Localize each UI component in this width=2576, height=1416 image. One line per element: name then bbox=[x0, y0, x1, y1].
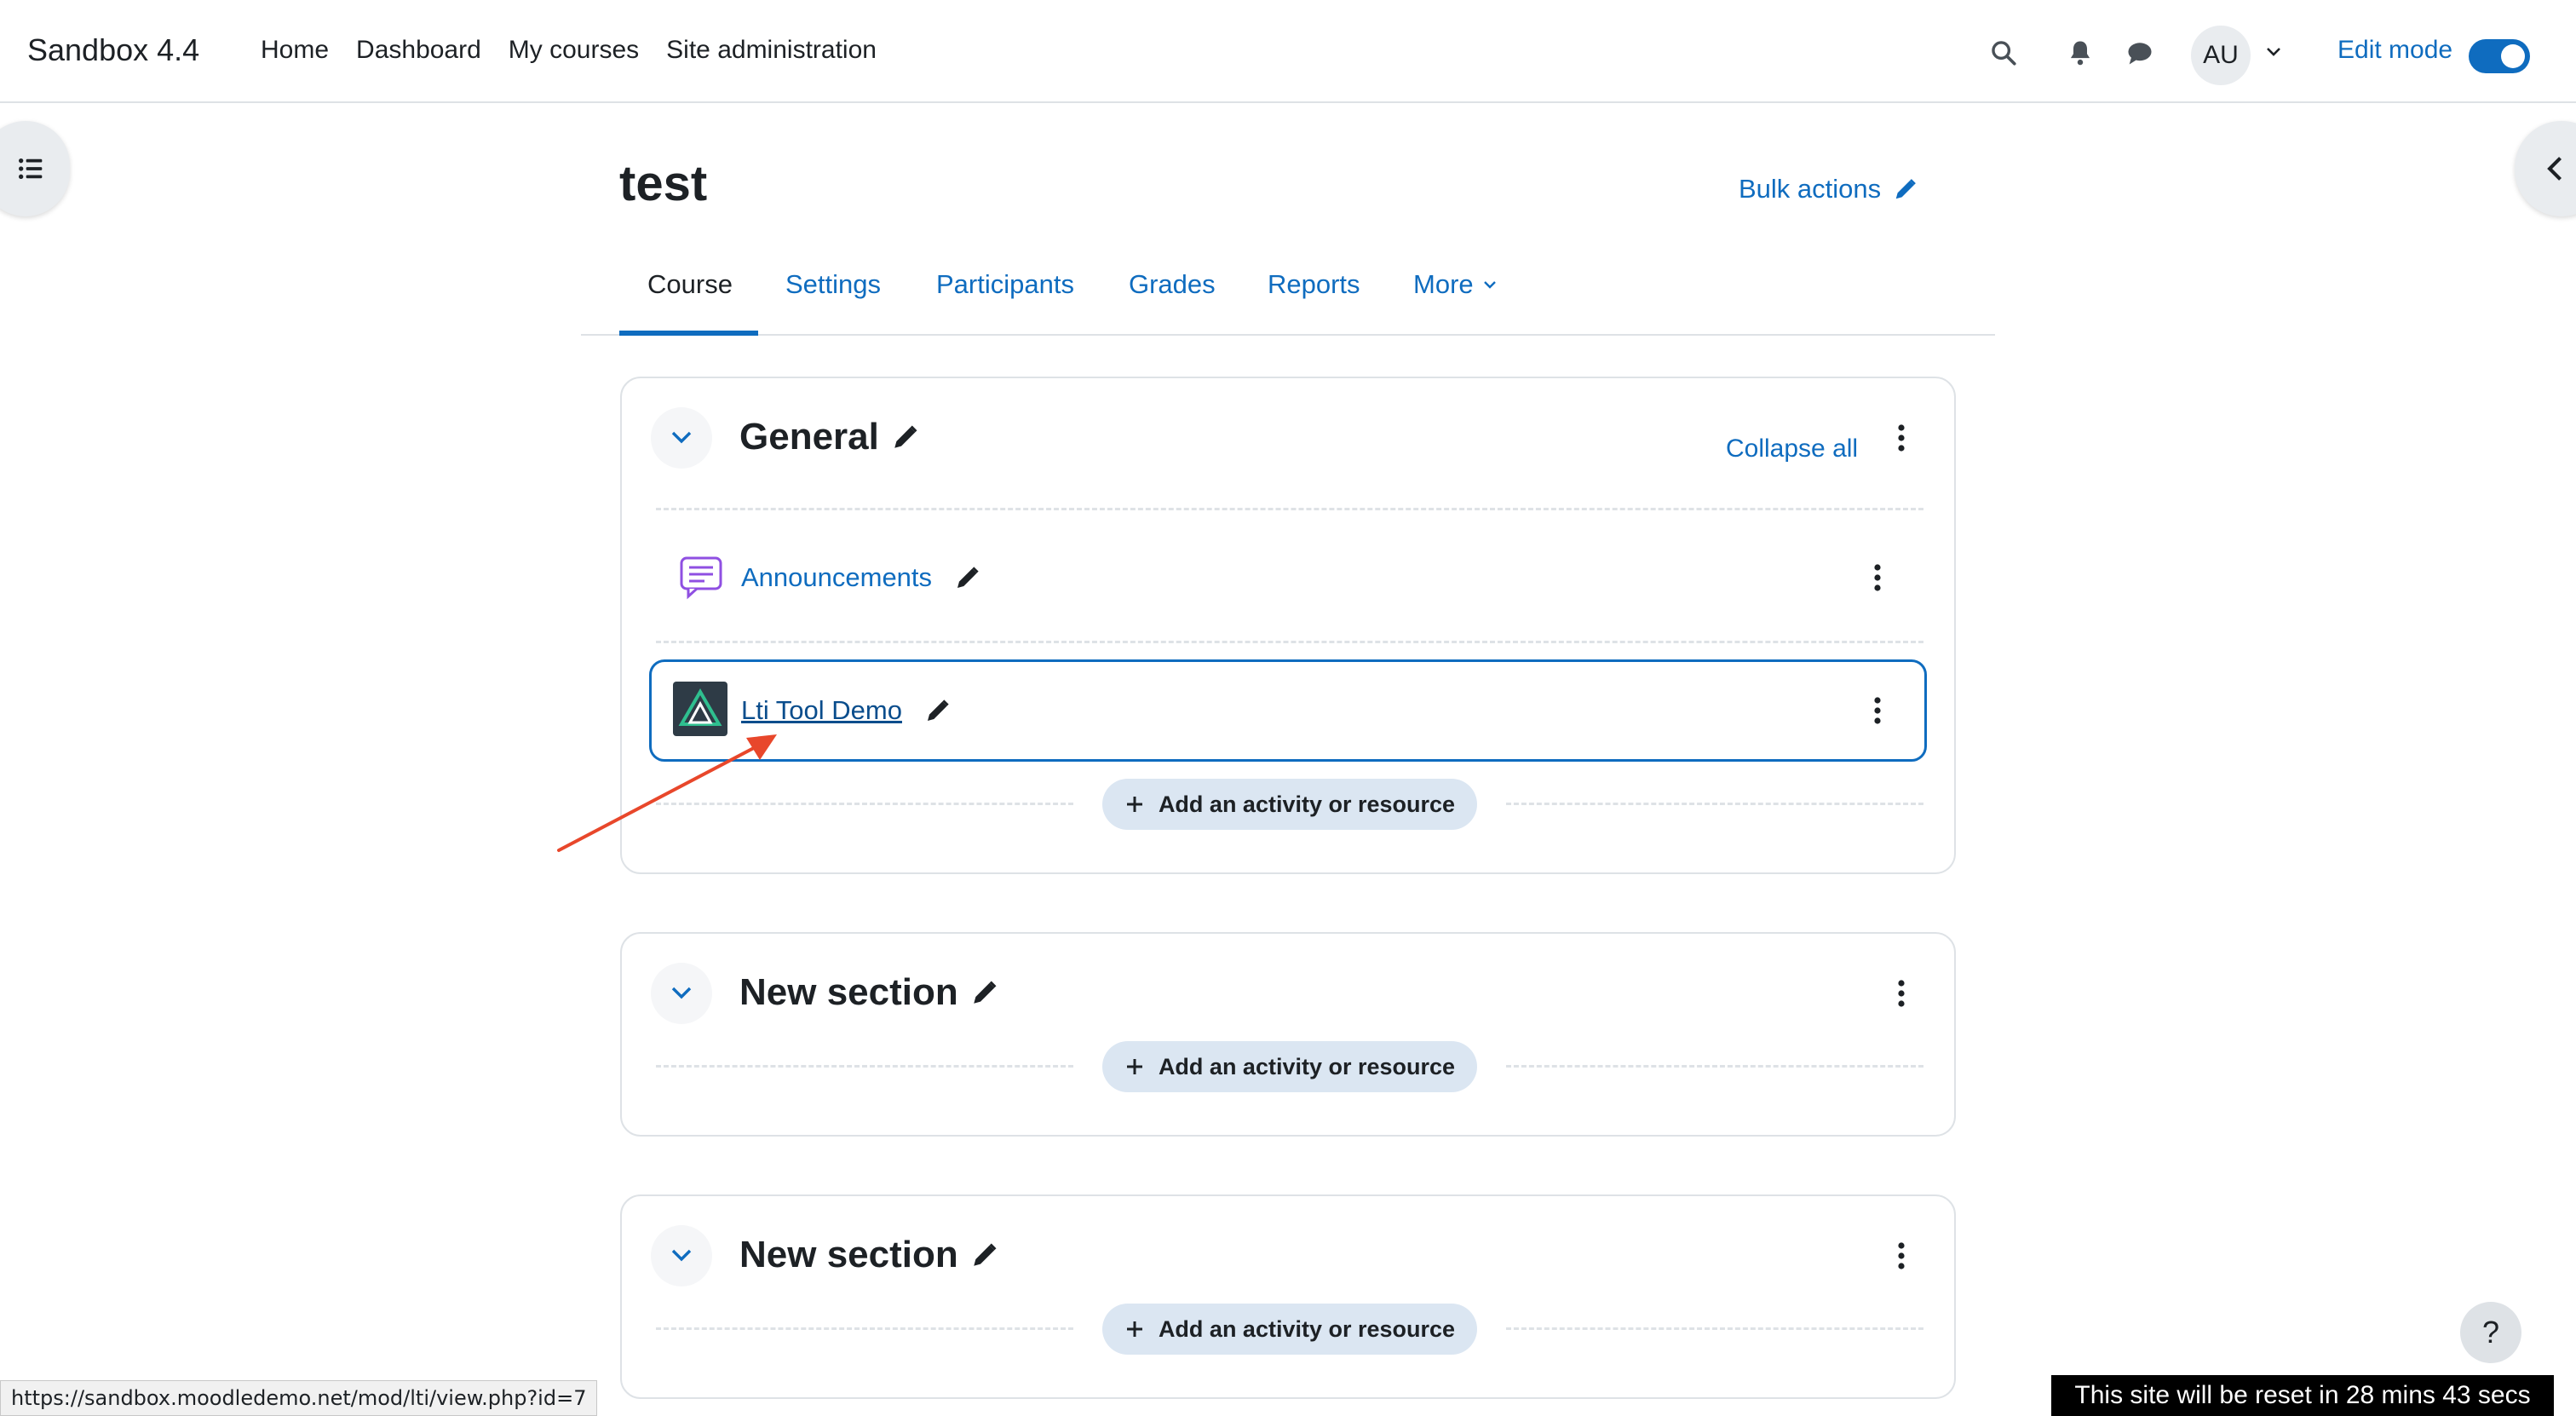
primary-navigation: Home Dashboard My courses Site administr… bbox=[261, 36, 877, 65]
tab-course[interactable]: Course bbox=[647, 269, 733, 300]
chevron-down-icon bbox=[671, 987, 692, 999]
add-activity-label: Add an activity or resource bbox=[1158, 1315, 1456, 1342]
divider bbox=[656, 508, 1923, 510]
bulk-actions-button[interactable]: Bulk actions bbox=[1739, 174, 1918, 204]
activity-link[interactable]: Announcements bbox=[741, 562, 932, 593]
section-collapse-toggle[interactable] bbox=[651, 407, 712, 469]
chevron-down-icon bbox=[671, 431, 692, 444]
divider bbox=[656, 1065, 1073, 1068]
section-menu-kebab-icon[interactable] bbox=[1893, 976, 1910, 1010]
activity-link[interactable]: Lti Tool Demo bbox=[741, 695, 902, 726]
annotation-arrow bbox=[557, 734, 777, 852]
section-menu-kebab-icon[interactable] bbox=[1893, 421, 1910, 455]
block-drawer-toggle[interactable] bbox=[2515, 121, 2576, 216]
section-collapse-toggle[interactable] bbox=[651, 1225, 712, 1286]
section-collapse-toggle[interactable] bbox=[651, 963, 712, 1024]
section-new-section: New section Add an activity or resource bbox=[620, 1194, 1956, 1399]
add-activity-label: Add an activity or resource bbox=[1158, 791, 1456, 817]
chevron-down-icon bbox=[1483, 281, 1496, 289]
pencil-icon bbox=[1895, 179, 1917, 199]
activity-lti-row: Lti Tool Demo bbox=[741, 695, 952, 726]
site-brand[interactable]: Sandbox 4.4 bbox=[27, 32, 199, 68]
plus-icon bbox=[1126, 1321, 1142, 1337]
nav-dashboard[interactable]: Dashboard bbox=[356, 36, 481, 65]
site-reset-banner: This site will be reset in 28 mins 43 se… bbox=[2051, 1375, 2554, 1416]
edit-mode-toggle[interactable] bbox=[2469, 39, 2530, 73]
section-title-text[interactable]: New section bbox=[739, 971, 958, 1014]
activity-announcements: Announcements bbox=[741, 562, 981, 593]
pencil-icon[interactable] bbox=[924, 697, 952, 724]
plus-icon bbox=[1126, 1059, 1142, 1074]
nav-home[interactable]: Home bbox=[261, 36, 329, 65]
bulk-actions-label: Bulk actions bbox=[1739, 174, 1882, 204]
section-title: New section bbox=[739, 1234, 999, 1276]
tab-more[interactable]: More bbox=[1413, 269, 1498, 300]
tab-reports[interactable]: Reports bbox=[1268, 269, 1360, 300]
divider bbox=[1506, 1065, 1923, 1068]
add-activity-button[interactable]: Add an activity or resource bbox=[1102, 1304, 1477, 1355]
nav-my-courses[interactable]: My courses bbox=[509, 36, 639, 65]
user-avatar[interactable]: AU bbox=[2191, 26, 2251, 85]
help-button[interactable]: ? bbox=[2460, 1302, 2521, 1363]
divider bbox=[1506, 803, 1923, 805]
chevron-down-icon bbox=[671, 1249, 692, 1262]
section-title: New section bbox=[739, 971, 999, 1014]
chat-icon[interactable] bbox=[2121, 34, 2159, 72]
user-menu-chevron-down-icon[interactable] bbox=[2261, 39, 2286, 65]
tab-more-label: More bbox=[1413, 269, 1474, 299]
section-menu-kebab-icon[interactable] bbox=[1893, 1239, 1910, 1273]
edit-mode-label: Edit mode bbox=[2337, 36, 2453, 64]
chevron-left-icon bbox=[2547, 157, 2562, 181]
collapse-all-link[interactable]: Collapse all bbox=[1726, 435, 1858, 463]
section-new-section: New section Add an activity or resource bbox=[620, 932, 1956, 1137]
activity-menu-kebab-icon[interactable] bbox=[1869, 694, 1886, 728]
forum-icon bbox=[678, 554, 724, 600]
pencil-icon[interactable] bbox=[954, 564, 981, 591]
top-navbar: Sandbox 4.4 Home Dashboard My courses Si… bbox=[0, 0, 2576, 103]
list-icon bbox=[19, 158, 43, 179]
course-index-drawer-toggle[interactable] bbox=[0, 121, 70, 216]
section-title: General bbox=[739, 416, 920, 458]
add-activity-label: Add an activity or resource bbox=[1158, 1053, 1456, 1079]
divider bbox=[656, 1327, 1073, 1330]
page-title: test bbox=[619, 156, 708, 211]
add-activity-button[interactable]: Add an activity or resource bbox=[1102, 779, 1477, 830]
section-title-text[interactable]: General bbox=[739, 416, 879, 458]
status-bar-url: https://sandbox.moodledemo.net/mod/lti/v… bbox=[0, 1380, 598, 1416]
tab-participants[interactable]: Participants bbox=[936, 269, 1074, 300]
bell-icon[interactable] bbox=[2061, 34, 2099, 72]
search-icon[interactable] bbox=[1985, 34, 2022, 72]
divider bbox=[656, 641, 1923, 643]
pencil-icon[interactable] bbox=[970, 978, 999, 1007]
active-tab-indicator bbox=[619, 331, 758, 336]
tab-grades[interactable]: Grades bbox=[1129, 269, 1216, 300]
section-general: General Collapse all Announcements Lti T… bbox=[620, 377, 1956, 874]
add-activity-button[interactable]: Add an activity or resource bbox=[1102, 1041, 1477, 1092]
section-title-text[interactable]: New section bbox=[739, 1234, 958, 1276]
activity-menu-kebab-icon[interactable] bbox=[1869, 561, 1886, 595]
divider bbox=[1506, 1327, 1923, 1330]
secondary-navigation: Course Settings Participants Grades Repo… bbox=[581, 256, 1995, 336]
tab-settings[interactable]: Settings bbox=[785, 269, 881, 300]
nav-site-administration[interactable]: Site administration bbox=[666, 36, 877, 65]
pencil-icon[interactable] bbox=[891, 423, 920, 452]
pencil-icon[interactable] bbox=[970, 1240, 999, 1269]
plus-icon bbox=[1126, 797, 1142, 812]
